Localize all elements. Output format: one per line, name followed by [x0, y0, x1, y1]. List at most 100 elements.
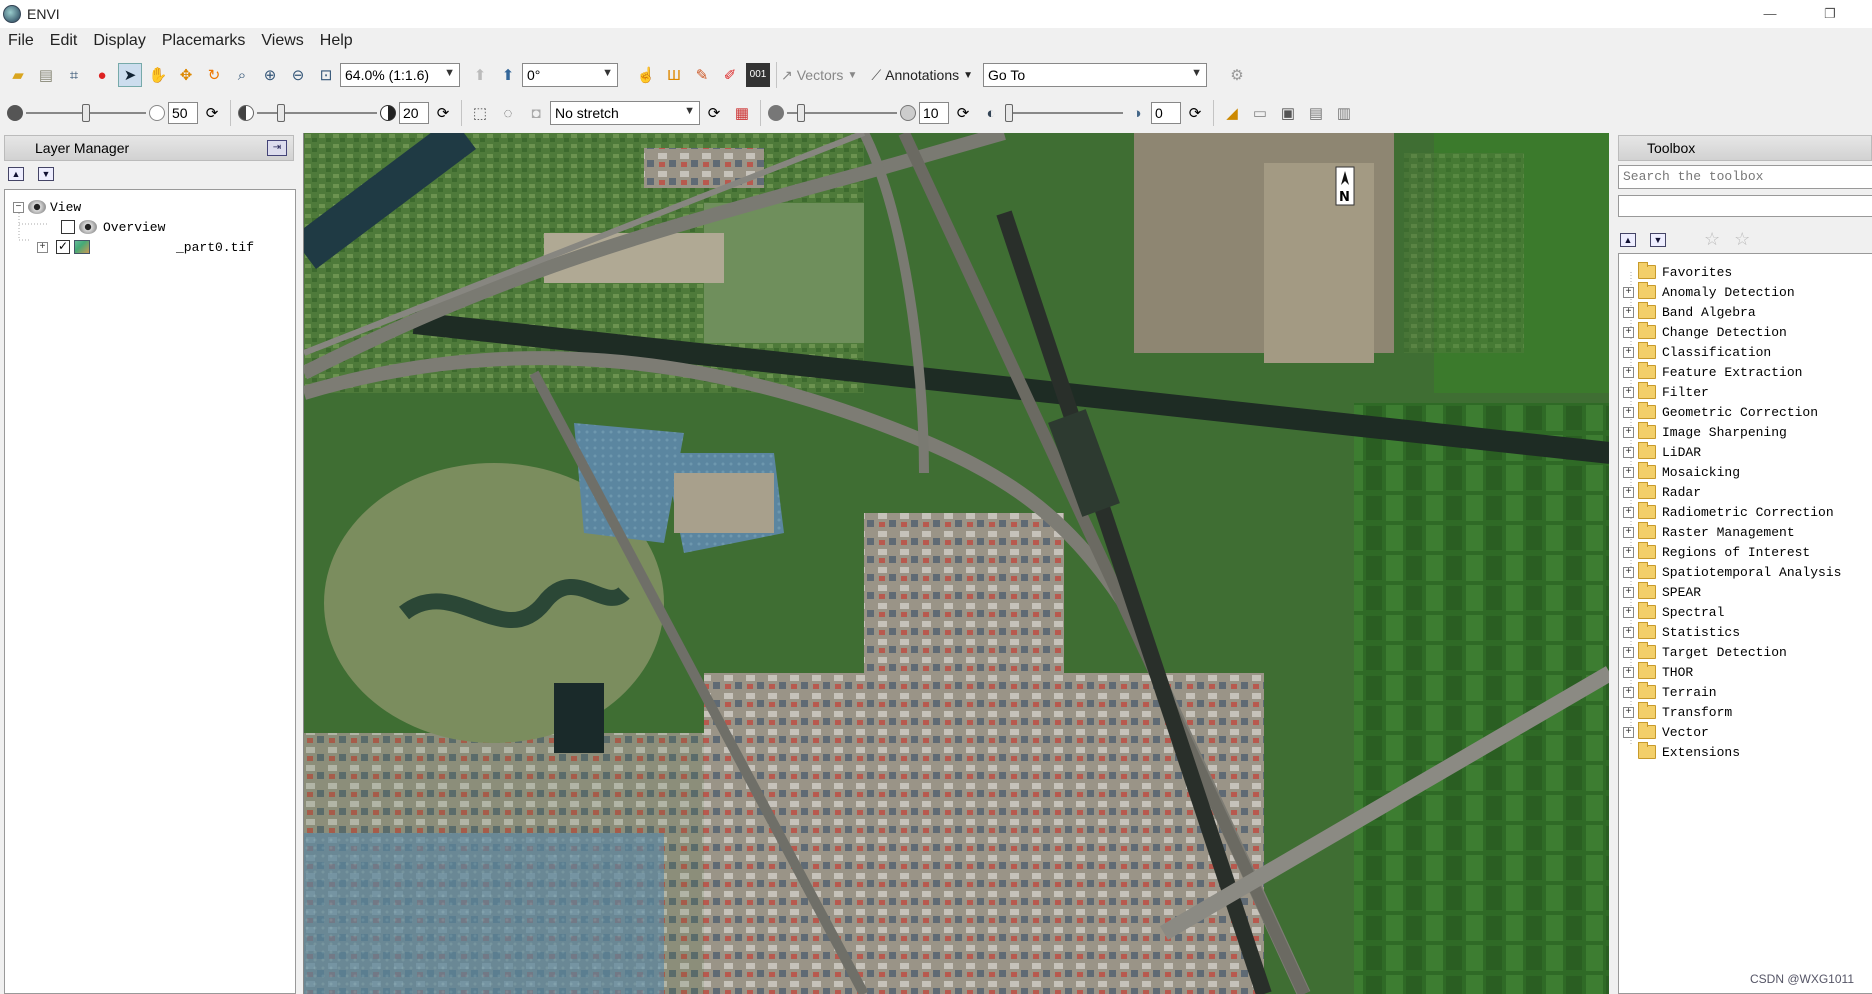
expand-icon[interactable]: +: [1623, 506, 1634, 518]
tree-row-raster-layer[interactable]: + ✓ _part0.tif: [37, 237, 254, 257]
toolbox-item-lidar[interactable]: + LiDAR: [1623, 442, 1701, 462]
expand-icon[interactable]: +: [1623, 526, 1634, 538]
collapse-all-button[interactable]: ▲: [1620, 232, 1636, 247]
expand-icon[interactable]: +: [1623, 606, 1634, 618]
toolbox-item-extensions[interactable]: Extensions: [1623, 742, 1740, 762]
menu-display[interactable]: Display: [85, 32, 153, 50]
toolbox-item-feature-extraction[interactable]: + Feature Extraction: [1623, 362, 1802, 382]
toolbox-item-geometric-correction[interactable]: + Geometric Correction: [1623, 402, 1818, 422]
blend-icon[interactable]: ▤: [1304, 101, 1328, 125]
add-favorite-star-icon[interactable]: ☆: [1704, 229, 1720, 250]
rotate-disabled-icon[interactable]: ⬆: [468, 63, 492, 87]
map-view[interactable]: N: [303, 133, 1609, 994]
clipboard-icon[interactable]: ▤: [34, 63, 58, 87]
toolbox-item-change-detection[interactable]: + Change Detection: [1623, 322, 1787, 342]
toolbox-item-terrain[interactable]: + Terrain: [1623, 682, 1717, 702]
fly-move-icon[interactable]: ✥: [174, 63, 198, 87]
toolbox-item-raster-management[interactable]: + Raster Management: [1623, 522, 1795, 542]
crosshair-hand-icon[interactable]: ☝: [634, 63, 658, 87]
expand-icon[interactable]: +: [1623, 306, 1634, 318]
minimize-button[interactable]: —: [1755, 4, 1785, 24]
expand-icon[interactable]: +: [1623, 346, 1634, 358]
refresh-icon[interactable]: ⟳: [1183, 101, 1207, 125]
toolbox-item-regions-of-interest[interactable]: + Regions of Interest: [1623, 542, 1810, 562]
zoom-in-icon[interactable]: ⊕: [258, 63, 282, 87]
toolbox-item-mosaicking[interactable]: + Mosaicking: [1623, 462, 1740, 482]
collapse-all-button[interactable]: ▲: [8, 167, 24, 181]
toolbox-item-statistics[interactable]: + Statistics: [1623, 622, 1740, 642]
zoom-icon[interactable]: ⌕: [230, 63, 254, 87]
sharpen-slider[interactable]: [787, 101, 897, 125]
transparency-value-input[interactable]: 0: [1151, 102, 1181, 124]
toolbox-item-target-detection[interactable]: + Target Detection: [1623, 642, 1787, 662]
overview-checkbox[interactable]: [61, 220, 75, 234]
expand-icon[interactable]: +: [1623, 566, 1634, 578]
toolbox-item-transform[interactable]: + Transform: [1623, 702, 1732, 722]
expand-icon[interactable]: +: [1623, 386, 1634, 398]
menu-file[interactable]: File: [0, 32, 42, 50]
brightness-slider[interactable]: [26, 101, 146, 125]
histogram-icon[interactable]: ◢: [1220, 101, 1244, 125]
full-extent-icon[interactable]: ⬚: [468, 101, 492, 125]
menu-views[interactable]: Views: [253, 32, 311, 50]
expand-icon[interactable]: +: [1623, 426, 1634, 438]
rotation-select[interactable]: 0° ▼: [522, 63, 618, 87]
north-up-icon[interactable]: ⬆: [496, 63, 520, 87]
toolbox-item-vector[interactable]: + Vector: [1623, 722, 1709, 742]
toolbox-item-anomaly-detection[interactable]: + Anomaly Detection: [1623, 282, 1795, 302]
measure-icon[interactable]: ✎: [690, 63, 714, 87]
tree-row-view[interactable]: − View: [13, 197, 81, 217]
raster-layer-checkbox[interactable]: ✓: [56, 240, 70, 254]
open-folder-icon[interactable]: ▰: [6, 63, 30, 87]
brightness-value-input[interactable]: 50: [168, 102, 198, 124]
contrast-value-input[interactable]: 20: [399, 102, 429, 124]
expand-all-button[interactable]: ▼: [1650, 232, 1666, 247]
contrast-slider[interactable]: [257, 101, 377, 125]
zoom-level-select[interactable]: 64.0% (1:1.6) ▼: [340, 63, 460, 87]
expand-icon[interactable]: +: [1623, 546, 1634, 558]
expand-icon[interactable]: +: [1623, 486, 1634, 498]
toolbox-item-image-sharpening[interactable]: + Image Sharpening: [1623, 422, 1787, 442]
toolbox-item-radar[interactable]: + Radar: [1623, 482, 1701, 502]
toolbox-item-spectral[interactable]: + Spectral: [1623, 602, 1724, 622]
zoom-out-icon[interactable]: ⊖: [286, 63, 310, 87]
refresh-icon[interactable]: ⟳: [200, 101, 224, 125]
stretch-disabled-icon[interactable]: ◘: [524, 101, 548, 125]
remove-favorite-star-icon[interactable]: ☆: [1734, 229, 1750, 250]
toolbox-item-classification[interactable]: + Classification: [1623, 342, 1771, 362]
expand-icon[interactable]: +: [1623, 366, 1634, 378]
tree-row-overview[interactable]: Overview: [61, 217, 165, 237]
color-table-icon[interactable]: ▦: [730, 101, 754, 125]
zoom-extent-icon[interactable]: ⊡: [314, 63, 338, 87]
toolbox-search-input[interactable]: Search the toolbox: [1618, 165, 1872, 189]
portal-icon[interactable]: ▣: [1276, 101, 1300, 125]
chip-extent-icon[interactable]: ◌: [496, 101, 520, 125]
expand-icon[interactable]: +: [1623, 406, 1634, 418]
expand-icon[interactable]: +: [1623, 326, 1634, 338]
refresh-icon[interactable]: ⟳: [951, 101, 975, 125]
settings-gear-icon[interactable]: ⚙: [1225, 63, 1249, 87]
expand-icon[interactable]: +: [37, 241, 48, 253]
transparency-slider[interactable]: [1005, 101, 1123, 125]
expand-icon[interactable]: +: [1623, 666, 1634, 678]
stretch-type-select[interactable]: No stretch ▼: [550, 101, 700, 125]
rotate-icon[interactable]: ↻: [202, 63, 226, 87]
vectors-menu-button[interactable]: ↗ Vectors ▼: [781, 67, 857, 84]
toolbox-item-filter[interactable]: + Filter: [1623, 382, 1709, 402]
menu-placemarks[interactable]: Placemarks: [154, 32, 254, 50]
restore-button[interactable]: ❐: [1815, 4, 1845, 24]
goto-input[interactable]: Go To ▼: [983, 63, 1208, 87]
image-icon[interactable]: ▭: [1248, 101, 1272, 125]
pixel-locator-icon[interactable]: 001: [746, 63, 770, 87]
expand-all-button[interactable]: ▼: [38, 167, 54, 181]
placemark-pin-icon[interactable]: ●: [90, 63, 114, 87]
refresh-icon[interactable]: ⟳: [702, 101, 726, 125]
sharpen-value-input[interactable]: 10: [919, 102, 949, 124]
spectral-profile-icon[interactable]: Ш: [662, 63, 686, 87]
expand-icon[interactable]: +: [1623, 586, 1634, 598]
expand-icon[interactable]: +: [1623, 286, 1634, 298]
expand-icon[interactable]: +: [1623, 626, 1634, 638]
toolbox-item-favorites[interactable]: Favorites: [1623, 262, 1732, 282]
flicker-icon[interactable]: ▥: [1332, 101, 1356, 125]
refresh-icon[interactable]: ⟳: [431, 101, 455, 125]
